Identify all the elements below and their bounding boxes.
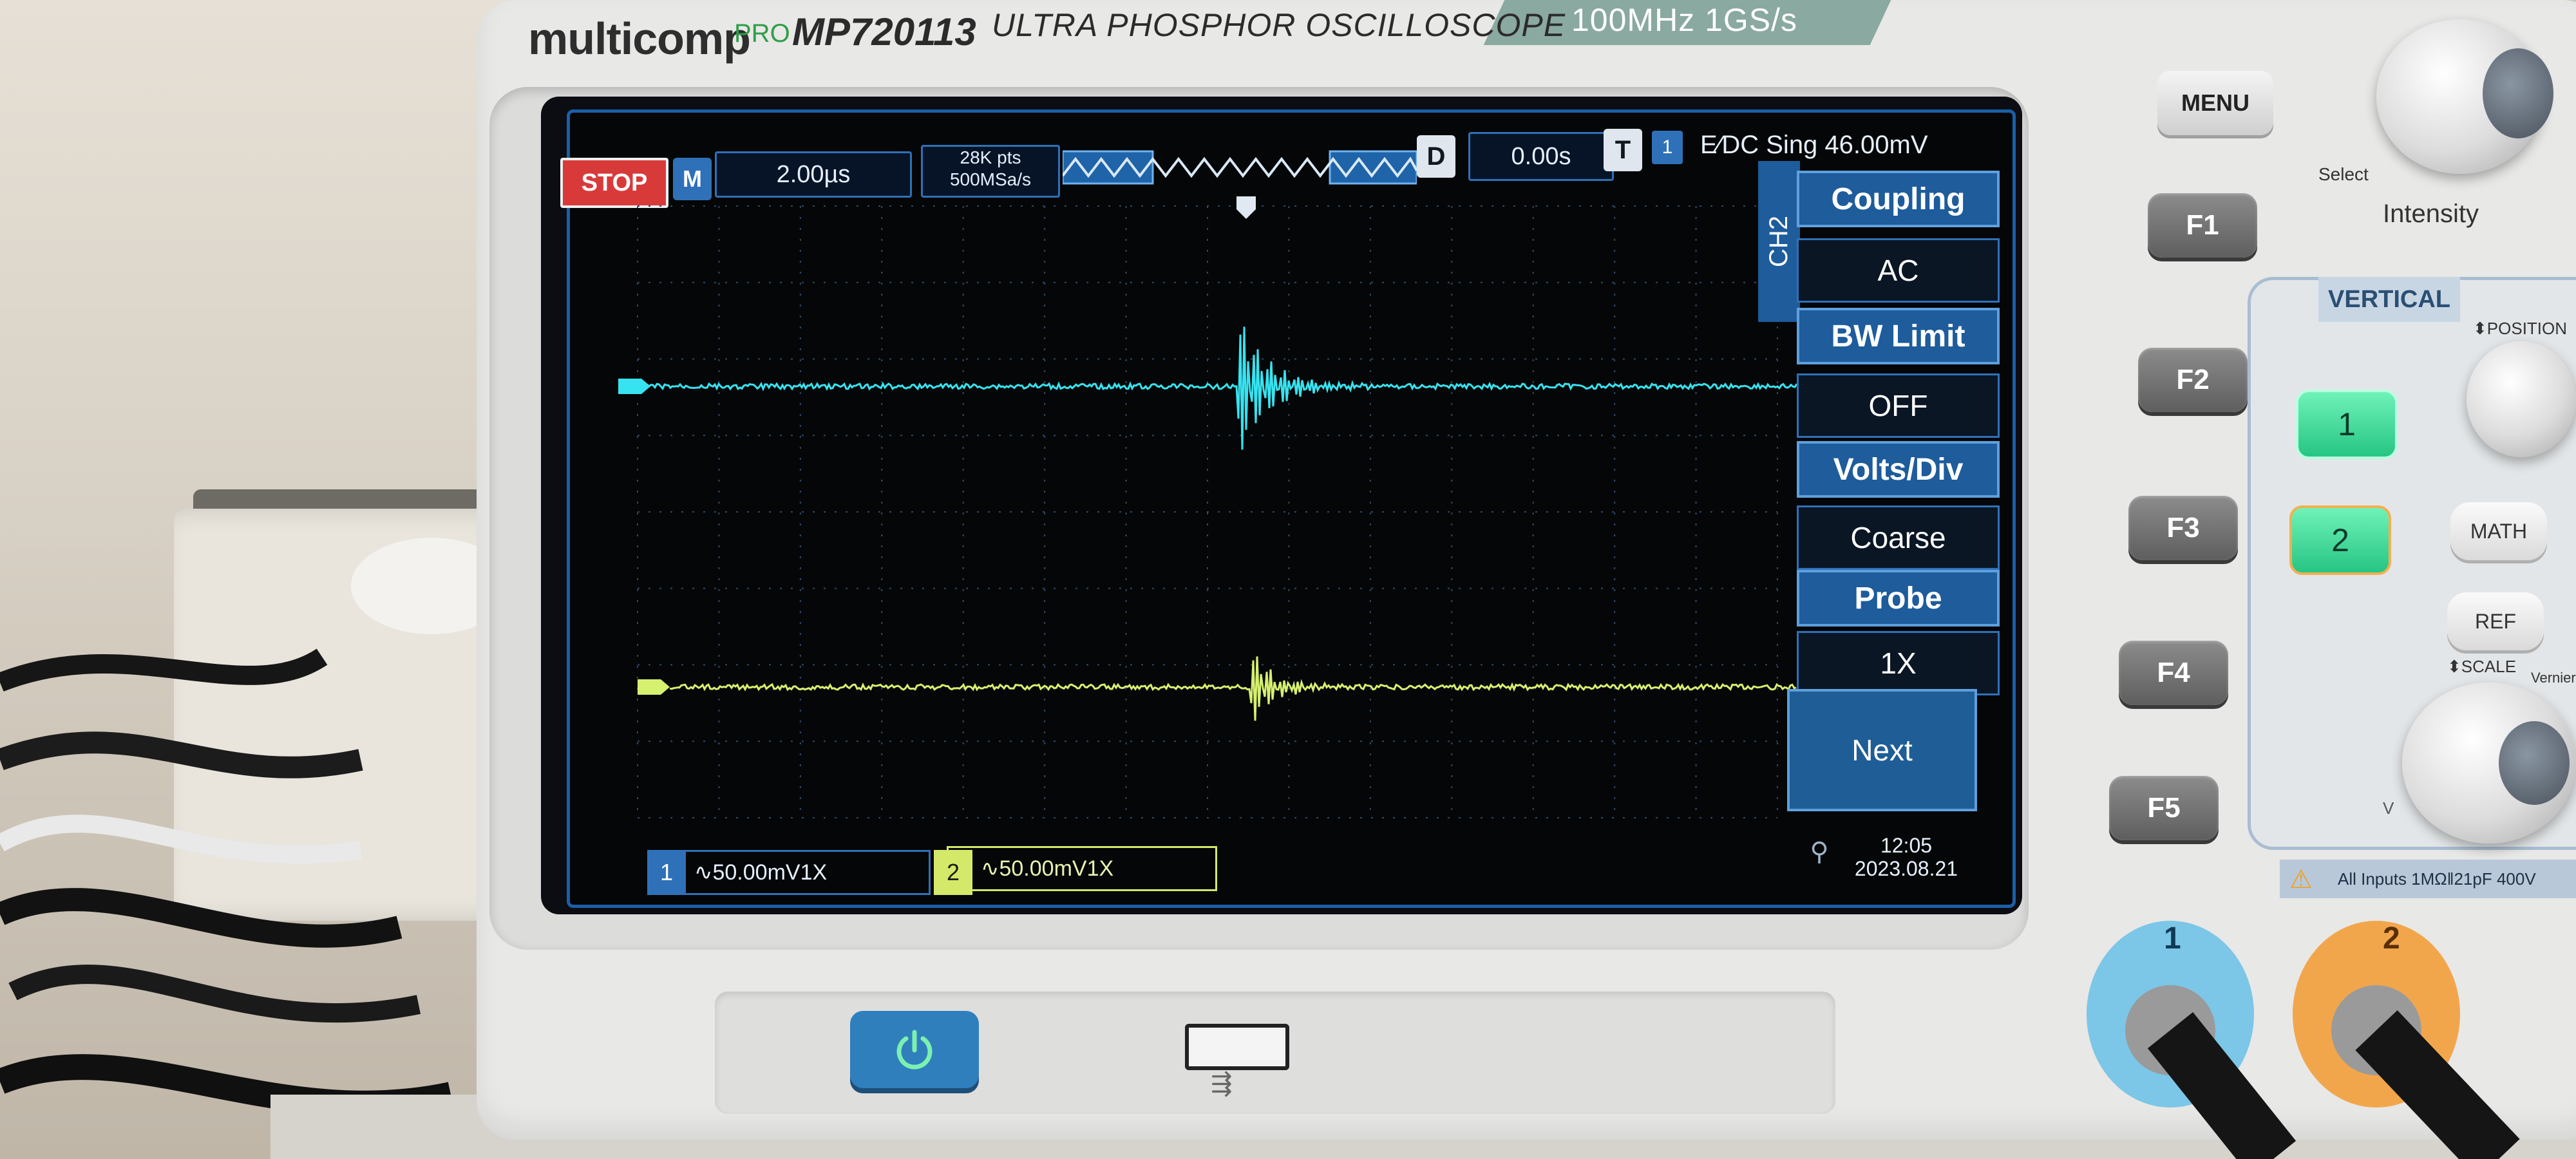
- trigger-marker: [1236, 196, 1256, 219]
- select-label: Select: [2318, 164, 2369, 184]
- waveform-plot: [618, 196, 1797, 818]
- memory-depth-bar: [1063, 150, 1417, 185]
- ch2-status: ∿50.00mV1X: [947, 846, 1217, 891]
- power-icon: [896, 1030, 933, 1069]
- cables: [0, 648, 454, 1117]
- brand-pro: PRO: [734, 19, 790, 48]
- menu-button[interactable]: MENU: [2157, 71, 2273, 135]
- timebase-readout: 2.00µs: [715, 151, 912, 198]
- trigger-label: T: [1604, 129, 1642, 171]
- clock-date: 2023.08.21: [1854, 857, 1958, 880]
- intensity-knob-cap: [2483, 48, 2553, 138]
- sample-rate: 500MSa/s: [949, 169, 1032, 189]
- ch2-menu-tab: CH2: [1758, 161, 1800, 322]
- bw-limit-menu-label[interactable]: BW Limit: [1797, 308, 2000, 364]
- delay-readout: 0.00s: [1468, 132, 1614, 181]
- trigger-info: E⁄DC Sing 46.00mV: [1700, 130, 1928, 159]
- ch2-status-number: 2: [934, 850, 972, 895]
- input-rating-label: All Inputs 1MΩ‖21pF 400V: [2280, 860, 2576, 898]
- ch1-waveform: [647, 326, 1797, 450]
- intensity-label: Intensity: [2383, 200, 2479, 228]
- math-button[interactable]: MATH: [2450, 502, 2547, 560]
- position-label: ⬍POSITION: [2473, 319, 2568, 338]
- usb-indicator-icon: ⚲: [1810, 838, 1829, 866]
- graticule: [637, 205, 1778, 818]
- model-number: MP720113: [792, 10, 976, 53]
- ch1-marker: [618, 379, 650, 394]
- usb-port[interactable]: [1185, 1024, 1289, 1070]
- vertical-position-knob[interactable]: [2467, 341, 2576, 457]
- spec-text: 100MHz 1GS/s: [1571, 2, 1798, 38]
- ch2-bnc-label: 2: [2383, 921, 2400, 956]
- scale-label: ⬍SCALE: [2447, 657, 2517, 676]
- volts-div-menu-value[interactable]: Coarse: [1797, 505, 2000, 570]
- clock: 12:05 2023.08.21: [1842, 834, 1971, 880]
- power-button[interactable]: [850, 1011, 979, 1088]
- ch1-status: ∿50.00mV1X: [647, 850, 931, 895]
- volts-div-menu-label[interactable]: Volts/Div: [1797, 441, 2000, 498]
- vertical-title: VERTICAL: [2318, 277, 2460, 322]
- ch2-waveform: [669, 656, 1797, 721]
- f3-button[interactable]: F3: [2128, 496, 2238, 560]
- coupling-menu-label[interactable]: Coupling: [1797, 171, 2000, 227]
- coupling-menu-value[interactable]: AC: [1797, 238, 2000, 303]
- trigger-channel: 1: [1652, 131, 1683, 164]
- brand-logo: multicomp: [528, 14, 751, 64]
- product-subtitle: ULTRA PHOSPHOR OSCILLOSCOPE: [992, 7, 1566, 43]
- points-count: 28K pts: [960, 147, 1021, 167]
- clock-time: 12:05: [1880, 834, 1933, 857]
- ch2-scale-text: ∿50.00mV1X: [981, 856, 1114, 881]
- f1-button[interactable]: F1: [2148, 193, 2257, 258]
- ch1-status-number: 1: [647, 850, 686, 895]
- bw-limit-menu-value[interactable]: OFF: [1797, 373, 2000, 438]
- probe-cables: [2125, 985, 2520, 1159]
- vertical-scale-knob-cap: [2499, 721, 2570, 805]
- warning-icon: ⚠: [2289, 865, 2313, 894]
- brand-pro-text: PRO: [734, 19, 790, 48]
- ref-button[interactable]: REF: [2447, 592, 2544, 650]
- ch1-button[interactable]: 1: [2296, 390, 2398, 459]
- probe-menu-value[interactable]: 1X: [1797, 631, 2000, 695]
- delay-label: D: [1417, 135, 1455, 178]
- ch1-bnc-label: 1: [2164, 921, 2181, 956]
- ch2-button[interactable]: 2: [2289, 505, 2391, 575]
- next-menu-button[interactable]: Next: [1787, 689, 1977, 811]
- usb-icon: ⇶: [1211, 1069, 1233, 1098]
- volts-label: V: [2383, 798, 2394, 818]
- probe-menu-label[interactable]: Probe: [1797, 570, 2000, 627]
- vernier-label: Vernier: [2531, 670, 2576, 686]
- ch1-scale-text: ∿50.00mV1X: [694, 860, 828, 885]
- f5-button[interactable]: F5: [2109, 776, 2219, 840]
- sample-readout: 28K pts 500MSa/s: [921, 145, 1060, 198]
- f2-button[interactable]: F2: [2138, 348, 2248, 412]
- f4-button[interactable]: F4: [2119, 641, 2228, 705]
- ch2-marker: [638, 679, 670, 695]
